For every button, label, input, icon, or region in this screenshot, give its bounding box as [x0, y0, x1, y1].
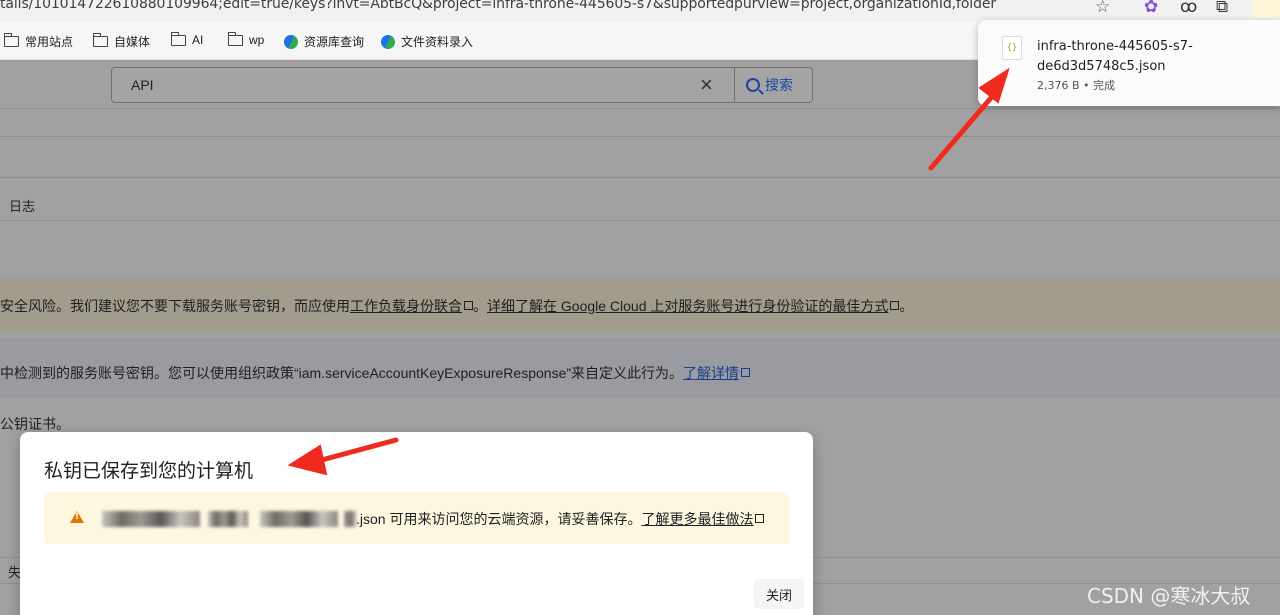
workload-identity-link[interactable]: 工作负载身份联合 — [350, 298, 473, 314]
certificate-text: 公钥证书。 — [0, 416, 70, 432]
dialog-title: 私钥已保存到您的计算机 — [44, 461, 254, 482]
bookmark-folder[interactable]: 常用站点 — [3, 33, 74, 50]
external-link-icon — [890, 301, 900, 310]
extensions-puzzle-icon[interactable]: ⧉ — [1216, 0, 1228, 17]
bookmark-label: 常用站点 — [25, 35, 74, 49]
bookmark-folder[interactable]: 自媒体 — [92, 33, 151, 50]
security-warning-banner: 安全风险。我们建议您不要下载服务账号密钥，而应使用工作负载身份联合 。详细了解在 … — [0, 279, 1280, 331]
info-text: 中检测到的服务账号密钥。您可以使用组织政策“iam.serviceAccount… — [0, 363, 751, 383]
folder-icon — [227, 31, 243, 46]
address-bar[interactable]: tails/101014722610880109964;edit=true/ke… — [0, 0, 996, 12]
external-link-icon — [741, 368, 751, 377]
extension-icon[interactable]: ✿ — [1144, 0, 1158, 17]
warning-text: 安全风险。我们建议您不要下载服务账号密钥，而应使用 — [0, 298, 350, 314]
search-input[interactable]: API — [131, 77, 154, 93]
download-file-name[interactable]: infra-throne-445605-s7-de6d3d5748c5.json — [1037, 37, 1267, 77]
external-link-icon — [755, 514, 765, 523]
security-warning-text: 安全风险。我们建议您不要下载服务账号密钥，而应使用工作负载身份联合 。详细了解在 … — [0, 296, 913, 316]
learn-best-practices-link[interactable]: 了解更多最佳做法 — [641, 511, 765, 527]
bookmark-star-icon[interactable]: ☆ — [1095, 0, 1110, 17]
key-exposure-info-banner: 中检测到的服务账号密钥。您可以使用组织政策“iam.serviceAccount… — [0, 338, 1280, 398]
bookmark-folder[interactable]: wp — [227, 31, 265, 47]
learn-more-link[interactable]: 了解详情 — [683, 365, 751, 381]
warning-icon — [70, 511, 84, 523]
warning-text: 。 — [899, 298, 914, 314]
bookmark-label: wp — [249, 33, 265, 47]
divider — [0, 136, 1280, 137]
divider — [0, 220, 1280, 221]
bookmark-link[interactable]: 资源库查询 — [282, 32, 365, 51]
bookmark-link[interactable]: 文件资料录入 — [379, 32, 474, 51]
search-button-label: 搜索 — [765, 77, 793, 93]
bookmark-folder[interactable]: AI — [170, 31, 204, 47]
extension-icon[interactable]: ꝏ — [1180, 0, 1197, 17]
log-label: 日志 — [9, 199, 36, 214]
link-label: 了解详情 — [683, 365, 740, 381]
search-button[interactable]: 搜索 — [746, 75, 793, 95]
redacted-filename — [102, 511, 200, 527]
bookmark-label: 资源库查询 — [304, 35, 365, 49]
redacted-filename — [260, 511, 338, 527]
close-button[interactable]: 关闭 — [754, 579, 804, 609]
link-label: 工作负载身份联合 — [350, 298, 462, 314]
search-box[interactable]: API × 搜索 — [111, 67, 813, 103]
folder-icon — [170, 31, 186, 46]
alert-text: .json 可用来访问您的云端资源，请妥善保存。 — [356, 511, 642, 527]
clear-icon[interactable]: × — [700, 72, 713, 98]
best-practices-link[interactable]: 详细了解在 Google Cloud 上对服务账号进行身份验证的最佳方式 — [487, 298, 900, 314]
bookmark-label: 自媒体 — [114, 35, 151, 49]
profile-icon[interactable] — [1252, 0, 1280, 18]
bookmark-label: AI — [192, 33, 204, 47]
json-file-icon: {} — [1002, 36, 1022, 60]
folder-icon — [92, 33, 108, 47]
browser-toolbar: tails/101014722610880109964;edit=true/ke… — [0, 0, 1280, 22]
info-text-body: 中检测到的服务账号密钥。您可以使用组织政策“iam.serviceAccount… — [0, 365, 684, 381]
external-link-icon — [464, 301, 473, 310]
redacted-filename — [344, 511, 356, 527]
download-popup[interactable]: {} infra-throne-445605-s7-de6d3d5748c5.j… — [978, 20, 1280, 106]
link-label: 了解更多最佳做法 — [641, 511, 754, 527]
divider — [734, 68, 735, 102]
divider — [0, 108, 1280, 109]
private-key-saved-dialog: 私钥已保存到您的计算机 .json 可用来访问您的云端资源，请妥善保存。了解更多… — [20, 432, 813, 615]
redacted-filename — [208, 511, 248, 527]
link-label: 详细了解在 Google Cloud 上对服务账号进行身份验证的最佳方式 — [487, 298, 889, 314]
site-icon — [379, 32, 397, 51]
site-icon — [282, 32, 300, 51]
download-meta: 2,376 B • 完成 — [1037, 79, 1116, 92]
warning-text: 。 — [473, 298, 487, 314]
search-icon — [746, 78, 760, 92]
folder-icon — [3, 33, 19, 47]
dialog-alert-text: .json 可用来访问您的云端资源，请妥善保存。了解更多最佳做法 — [102, 509, 765, 529]
dialog-alert: .json 可用来访问您的云端资源，请妥善保存。了解更多最佳做法 — [44, 492, 789, 544]
bookmark-label: 文件资料录入 — [401, 35, 474, 49]
watermark: CSDN @寒冰大叔 — [1087, 584, 1251, 608]
divider — [0, 177, 1280, 178]
